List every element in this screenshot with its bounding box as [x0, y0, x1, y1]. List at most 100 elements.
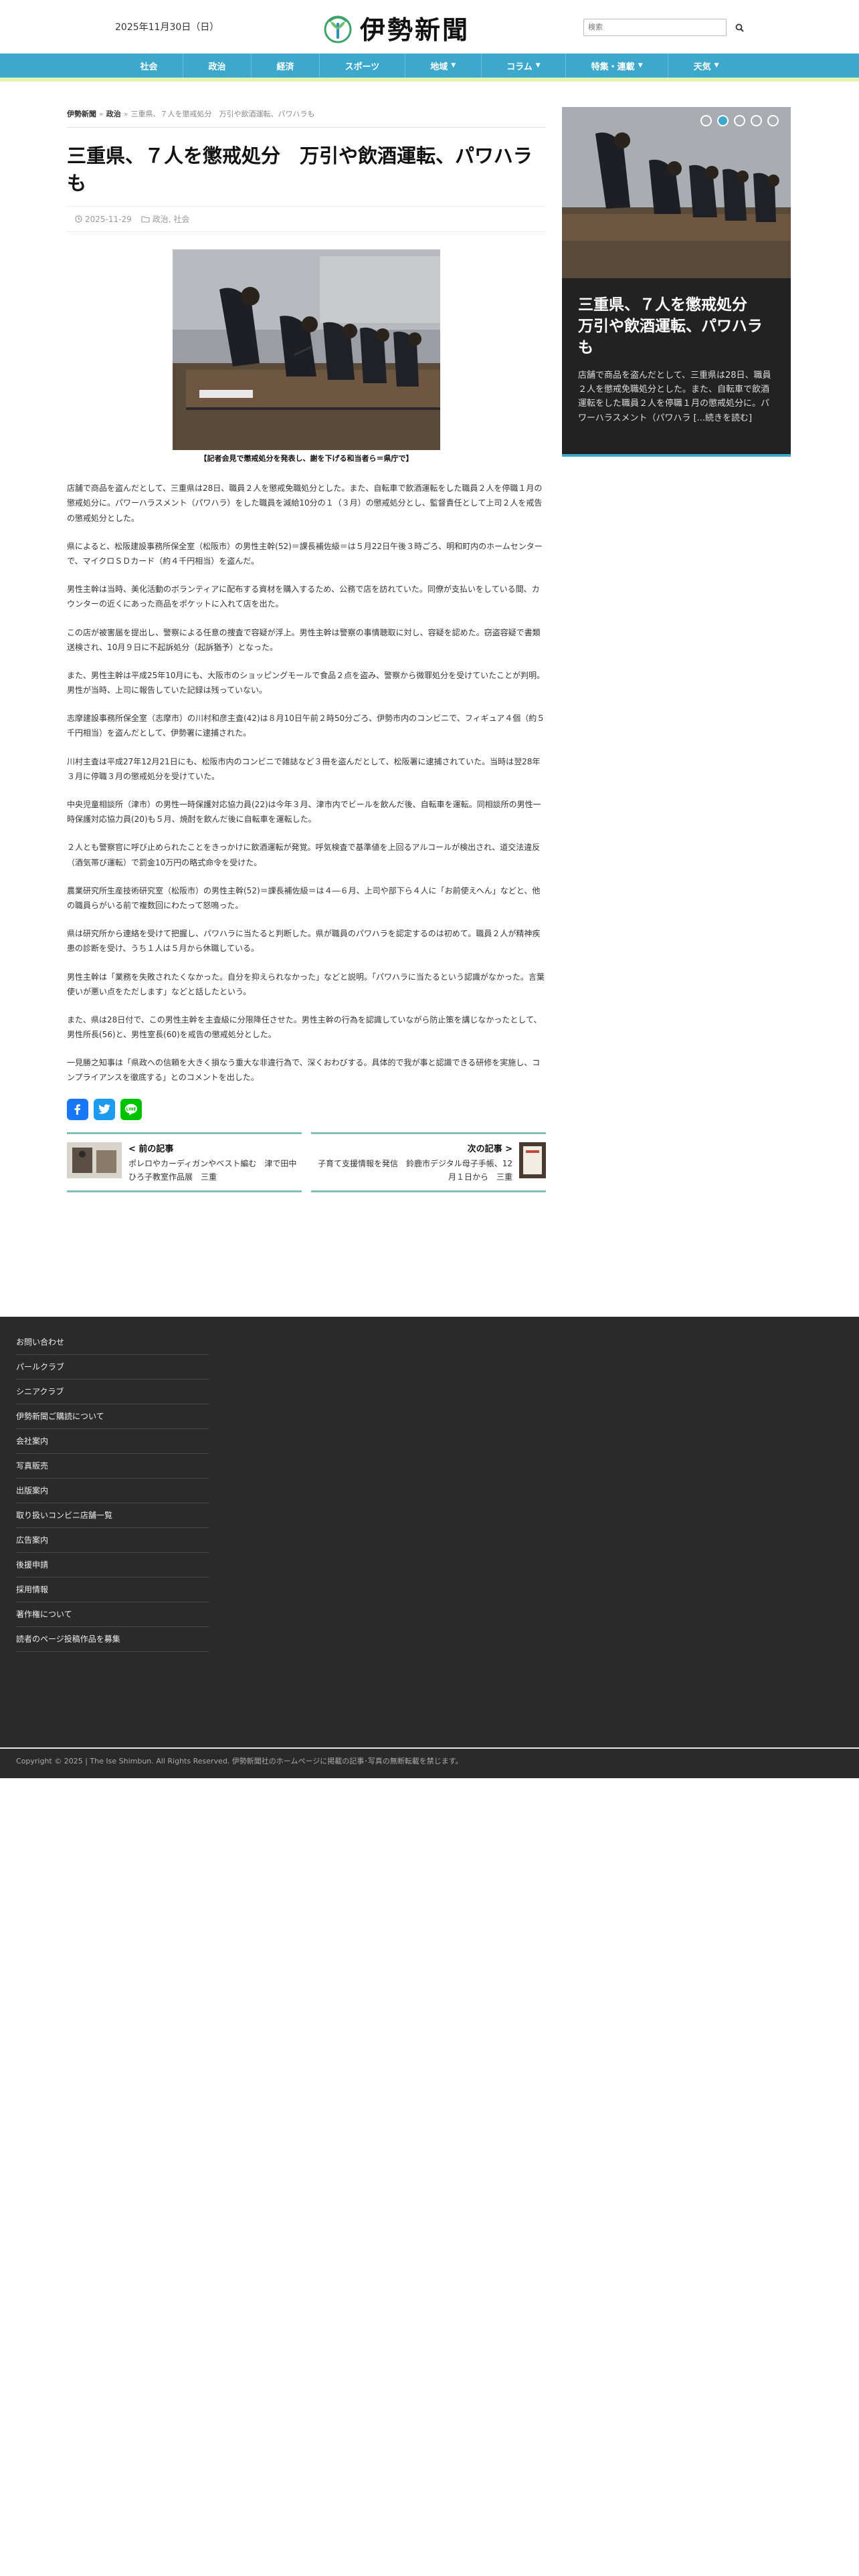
footer-links: お問い合わせ パールクラブ シニアクラブ 伊勢新聞ご購読について 会社案内 写真販売 出版案…: [16, 1330, 209, 1652]
previous-post-link[interactable]: < 前の記事 ポレロやカーディガンやベスト編む 津で田中ひろ子教室作品展 三重: [67, 1132, 302, 1192]
slider-dot[interactable]: [700, 115, 712, 126]
main-nav-items: 社会 政治 経済 スポーツ 地域 ▼ コラム ▼ 特集・連載 ▼ 天気 ▼: [115, 53, 744, 78]
article-title: 三重県、７人を懲戒処分 万引や飲酒運転、パワハラも: [67, 142, 546, 207]
folder-icon: [141, 216, 150, 223]
nav-item[interactable]: 天気 ▼: [668, 53, 744, 78]
nav-item-label: 政治: [208, 62, 226, 72]
search-input[interactable]: [583, 19, 727, 36]
nav-item-label: 天気: [693, 62, 711, 72]
line-share-icon[interactable]: LINE: [120, 1098, 142, 1120]
search-icon[interactable]: [733, 21, 745, 33]
next-post-label: 次の記事 >: [467, 1144, 512, 1154]
footer-link[interactable]: 伊勢新聞ご購読について: [16, 1404, 209, 1429]
next-post-thumbnail: [519, 1142, 546, 1178]
slider-dot[interactable]: [717, 115, 729, 126]
copyright-bar: Copyright © 2025 | The Ise Shimbun. All …: [0, 1747, 859, 1778]
article-paragraph: ２人とも警察官に呼び止められたことをきっかけに飲酒運転が発覚。呼気検査で基準値を…: [67, 843, 541, 867]
search-form: [583, 19, 745, 36]
article-paragraph: また、男性主幹は平成25年10月にも、大阪市のショッピングモールで食品２点を盗み…: [67, 670, 545, 695]
featured-slider-excerpt: 店舗で商品を盗んだとして、三重県は28日、職員２人を懲戒免職処分とした。また、自…: [578, 370, 771, 423]
nav-item-label: スポーツ: [345, 62, 380, 72]
featured-slider-caption: 三重県、７人を懲戒処分 万引や飲酒運転、パワハラも 店舗で商品を盗んだとして、三…: [562, 278, 791, 441]
article-paragraph: 県によると、松阪建設事務所保全室（松阪市）の男性主幹(52)＝課長補佐級＝は５月…: [67, 541, 543, 566]
nav-item-label: 経済: [276, 62, 294, 72]
article-paragraph: 一見勝之知事は「県政への信頼を大きく損なう重大な非違行為で、深くおわびする。具体…: [67, 1058, 541, 1083]
slider-dot[interactable]: [734, 115, 745, 126]
chevron-down-icon: ▼: [451, 62, 456, 69]
current-date: 2025年11月30日（日）: [115, 22, 219, 33]
nav-item[interactable]: 特集・連載 ▼: [566, 53, 669, 78]
footer-link[interactable]: 会社案内: [16, 1429, 209, 1454]
chevron-down-icon: ▼: [638, 62, 643, 69]
footer-link[interactable]: シニアクラブ: [16, 1380, 209, 1404]
footer-link[interactable]: 著作権について: [16, 1602, 209, 1627]
nav-item[interactable]: 政治: [183, 53, 252, 78]
article-paragraph: 男性主幹は「業務を失敗されたくなかった。自分を抑えられなかった」などと説明。「パ…: [67, 972, 545, 996]
breadcrumb-home-link[interactable]: 伊勢新聞: [67, 110, 96, 118]
footer-link[interactable]: 後援申請: [16, 1553, 209, 1578]
previous-post-text: < 前の記事 ポレロやカーディガンやベスト編む 津で田中ひろ子教室作品展 三重: [128, 1142, 302, 1182]
article-photo: [173, 249, 440, 451]
article-category-links[interactable]: 政治, 社会: [153, 213, 190, 225]
slider-dot[interactable]: [751, 115, 762, 126]
footer-link[interactable]: 出版案内: [16, 1479, 209, 1503]
next-post-link[interactable]: 次の記事 > 子育て支援情報を発信 鈴鹿市デジタル母子手帳、12月１日から 三重: [311, 1132, 546, 1192]
article-paragraph: 男性主幹は当時、美化活動のボランティアに配布する資材を購入するため、公務で店を訪…: [67, 584, 540, 609]
breadcrumb-current: 三重県、７人を懲戒処分 万引や飲酒運転、パワハラも: [130, 110, 315, 118]
nav-item[interactable]: 社会: [115, 53, 183, 78]
next-post-text: 次の記事 > 子育て支援情報を発信 鈴鹿市デジタル母子手帳、12月１日から 三重: [311, 1142, 512, 1182]
clock-icon: [75, 215, 82, 223]
nav-item[interactable]: コラム ▼: [482, 53, 567, 78]
chevron-down-icon: ▼: [714, 62, 719, 69]
footer-link[interactable]: 取り扱いコンビニ店舗一覧: [16, 1503, 209, 1528]
featured-slider-title: 三重県、７人を懲戒処分 万引や飲酒運転、パワハラも: [578, 296, 763, 357]
next-post-title: 子育て支援情報を発信 鈴鹿市デジタル母子手帳、12月１日から 三重: [317, 1158, 512, 1182]
featured-slider-image: [562, 107, 791, 278]
breadcrumb-category-link[interactable]: 政治: [106, 110, 121, 118]
footer-link[interactable]: 写真販売: [16, 1454, 209, 1479]
featured-slider[interactable]: 三重県、７人を懲戒処分 万引や飲酒運転、パワハラも 店舗で商品を盗んだとして、三…: [562, 107, 791, 457]
nav-item-label: コラム: [506, 62, 533, 72]
article-date: 2025-11-29: [75, 213, 132, 225]
article-meta: 2025-11-29 政治, 社会: [67, 207, 546, 233]
post-navigation: < 前の記事 ポレロやカーディガンやベスト編む 津で田中ひろ子教室作品展 三重 …: [67, 1132, 546, 1192]
previous-post-title: ポレロやカーディガンやベスト編む 津で田中ひろ子教室作品展 三重: [128, 1158, 297, 1182]
article-paragraph: 県は研究所から連絡を受けて把握し、パワハラに当たると判断した。県が職員のパワハラ…: [67, 929, 541, 954]
previous-post-label: < 前の記事: [128, 1144, 174, 1154]
nav-item[interactable]: 経済: [252, 53, 320, 78]
article-categories: 政治, 社会: [141, 213, 190, 225]
logo-emblem-icon: [322, 12, 353, 44]
nav-item-label: 特集・連載: [591, 62, 635, 72]
footer-link[interactable]: パールクラブ: [16, 1355, 209, 1380]
facebook-share-icon[interactable]: [67, 1098, 88, 1120]
photo-caption: 【記者会見で懲戒処分を発表し、謝を下げる和当者ら＝県庁で】: [199, 454, 413, 463]
breadcrumb-separator: »: [123, 110, 128, 118]
footer-link[interactable]: 読者のページ投稿作品を募集: [16, 1627, 209, 1652]
sidebar: 三重県、７人を懲戒処分 万引や飲酒運転、パワハラも 店舗で商品を盗んだとして、三…: [562, 107, 791, 457]
article-paragraph: また、県は28日付で、この男性主幹を主査級に分限降任させた。男性主幹の行為を認識…: [67, 1014, 542, 1040]
site-footer: お問い合わせ パールクラブ シニアクラブ 伊勢新聞ご購読について 会社案内 写真販売 出版案…: [0, 1317, 859, 1778]
breadcrumb: 伊勢新聞» 政治» 三重県、７人を懲戒処分 万引や飲酒運転、パワハラも: [67, 108, 546, 128]
article-paragraph: この店が被害届を提出し、警察による任意の捜査で容疑が浮上。男性主幹は警察の事情聴…: [67, 627, 541, 652]
article-paragraph: 川村主査は平成27年12月21日にも、松阪市内のコンビニで雑誌など３冊を盗んだと…: [67, 756, 541, 781]
breadcrumb-separator: »: [99, 110, 104, 118]
svg-text:LINE: LINE: [126, 1107, 136, 1111]
nav-item-label: 地域: [430, 62, 448, 72]
article-paragraph: 店舗で商品を盗んだとして、三重県は28日、職員２人を懲戒免職処分とした。また、自…: [67, 484, 543, 523]
nav-item[interactable]: スポーツ: [320, 53, 405, 78]
main-nav: 社会 政治 経済 スポーツ 地域 ▼ コラム ▼ 特集・連載 ▼ 天気 ▼: [0, 53, 859, 82]
footer-link[interactable]: 広告案内: [16, 1528, 209, 1553]
footer-link[interactable]: お問い合わせ: [16, 1330, 209, 1355]
slider-dot[interactable]: [767, 115, 779, 126]
footer-link[interactable]: 採用情報: [16, 1578, 209, 1602]
article-paragraph: 農業研究所生産技術研究室（松阪市）の男性主幹(52)＝課長補佐級＝は４―６月、上…: [67, 885, 541, 910]
page-body: 伊勢新聞» 政治» 三重県、７人を懲戒処分 万引や飲酒運転、パワハラも 三重県、７人…: [0, 82, 859, 1820]
nav-item[interactable]: 地域 ▼: [405, 53, 482, 78]
slider-dots: [700, 115, 779, 126]
article-body: 店舗で商品を盗んだとして、三重県は28日、職員２人を懲戒免職処分とした。また、自…: [67, 481, 546, 1085]
site-header: 2025年11月30日（日） 伊勢新聞: [0, 0, 859, 53]
article-paragraph: 中央児童相談所（津市）の男性一時保護対応協力員(22)は今年３月、津市内でビール…: [67, 800, 541, 825]
copyright-text: Copyright © 2025 | The Ise Shimbun. All …: [16, 1757, 463, 1765]
twitter-share-icon[interactable]: [94, 1098, 115, 1120]
site-logo[interactable]: 伊勢新聞: [322, 9, 470, 46]
